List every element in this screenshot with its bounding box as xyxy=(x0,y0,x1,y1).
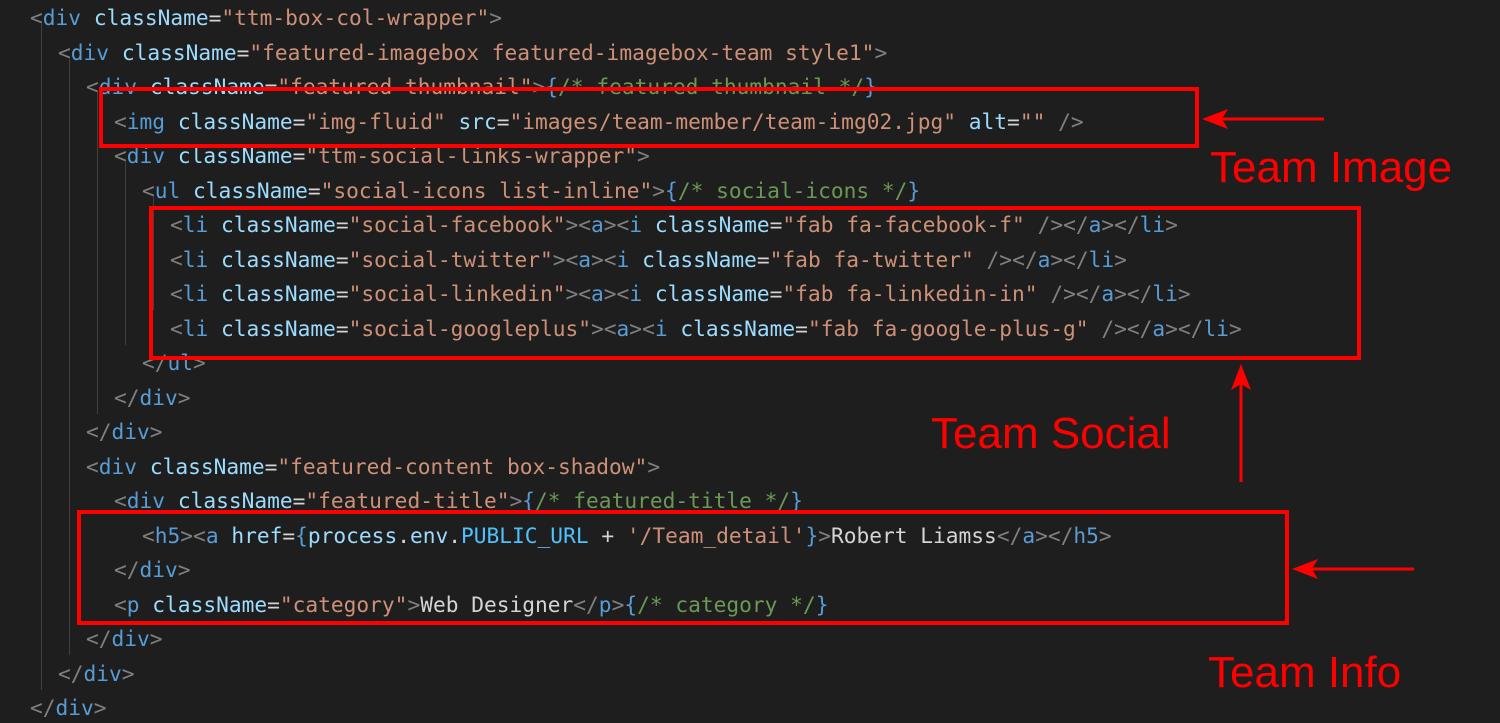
code-token: > xyxy=(177,384,191,410)
code-line: </div> xyxy=(86,621,163,656)
team-info-arrow-icon xyxy=(1292,559,1414,579)
team-image-highlight-box xyxy=(99,87,1199,148)
code-token: div xyxy=(70,39,110,65)
team-social-highlight-box xyxy=(149,206,1361,360)
code-token: /* social-icons */ xyxy=(677,177,908,203)
code-line: <div className="featured-content box-sha… xyxy=(86,449,660,484)
code-token: = xyxy=(264,453,278,479)
team-info-highlight-box xyxy=(77,510,1289,625)
code-token: </ xyxy=(86,419,112,444)
code-token: className xyxy=(93,5,209,30)
code-token: ul xyxy=(154,177,181,203)
code-line: <div className="featured-imagebox featur… xyxy=(58,35,887,70)
code-token: div xyxy=(83,660,122,686)
code-token: div xyxy=(42,5,82,30)
code-token: "social-icons list-inline" xyxy=(320,177,653,203)
code-token: > xyxy=(874,39,888,65)
code-token: "ttm-box-col-wrapper" xyxy=(221,5,490,30)
code-token: div xyxy=(111,419,150,444)
code-token: < xyxy=(86,453,99,479)
team-info-label: Team Info xyxy=(1208,648,1402,697)
code-token: </ xyxy=(86,626,112,651)
indent-guide xyxy=(125,162,126,345)
code-token: = xyxy=(208,5,222,30)
code-token: </ xyxy=(30,695,56,720)
code-token: > xyxy=(149,419,163,444)
code-token: < xyxy=(142,177,155,203)
code-editor: <div className="ttm-box-col-wrapper"> <di… xyxy=(0,0,1500,723)
team-social-arrow-icon xyxy=(1231,364,1251,482)
indent-guide xyxy=(97,93,98,414)
code-token: < xyxy=(86,74,99,99)
code-token: = xyxy=(236,39,250,65)
code-token: < xyxy=(30,5,43,30)
code-token: div xyxy=(111,626,150,651)
code-line: </div> xyxy=(114,380,191,415)
code-token: div xyxy=(55,695,94,720)
code-line: <ul className="social-icons list-inline"… xyxy=(142,173,920,208)
code-token: </ xyxy=(58,660,84,686)
team-image-label: Team Image xyxy=(1210,143,1453,192)
code-token: "featured-content box-shadow" xyxy=(277,453,648,479)
code-line: </div> xyxy=(30,690,107,723)
code-token: div xyxy=(139,384,178,410)
code-token: > xyxy=(149,626,163,651)
code-token: < xyxy=(58,39,71,65)
code-token: className xyxy=(121,39,237,65)
indent-guide xyxy=(69,58,70,656)
code-line: </div> xyxy=(58,656,135,691)
code-token: > xyxy=(647,453,661,479)
code-token: > xyxy=(489,5,503,30)
code-token: } xyxy=(907,177,921,203)
code-token: div xyxy=(98,453,138,479)
code-line: </div> xyxy=(86,414,163,449)
code-line: <div className="ttm-box-col-wrapper"> xyxy=(30,0,502,35)
code-token: className xyxy=(193,177,308,203)
team-image-arrow-icon xyxy=(1202,109,1324,129)
code-token: > xyxy=(652,177,666,203)
code-token: </ xyxy=(114,384,140,410)
team-social-label: Team Social xyxy=(931,409,1171,458)
code-token: = xyxy=(307,177,321,203)
indent-guide xyxy=(41,24,42,690)
code-token: > xyxy=(93,695,107,720)
code-token: > xyxy=(121,660,135,686)
code-token: "featured-imagebox featured-imagebox-tea… xyxy=(249,39,875,65)
code-token: { xyxy=(665,177,678,203)
code-token: className xyxy=(149,453,265,479)
